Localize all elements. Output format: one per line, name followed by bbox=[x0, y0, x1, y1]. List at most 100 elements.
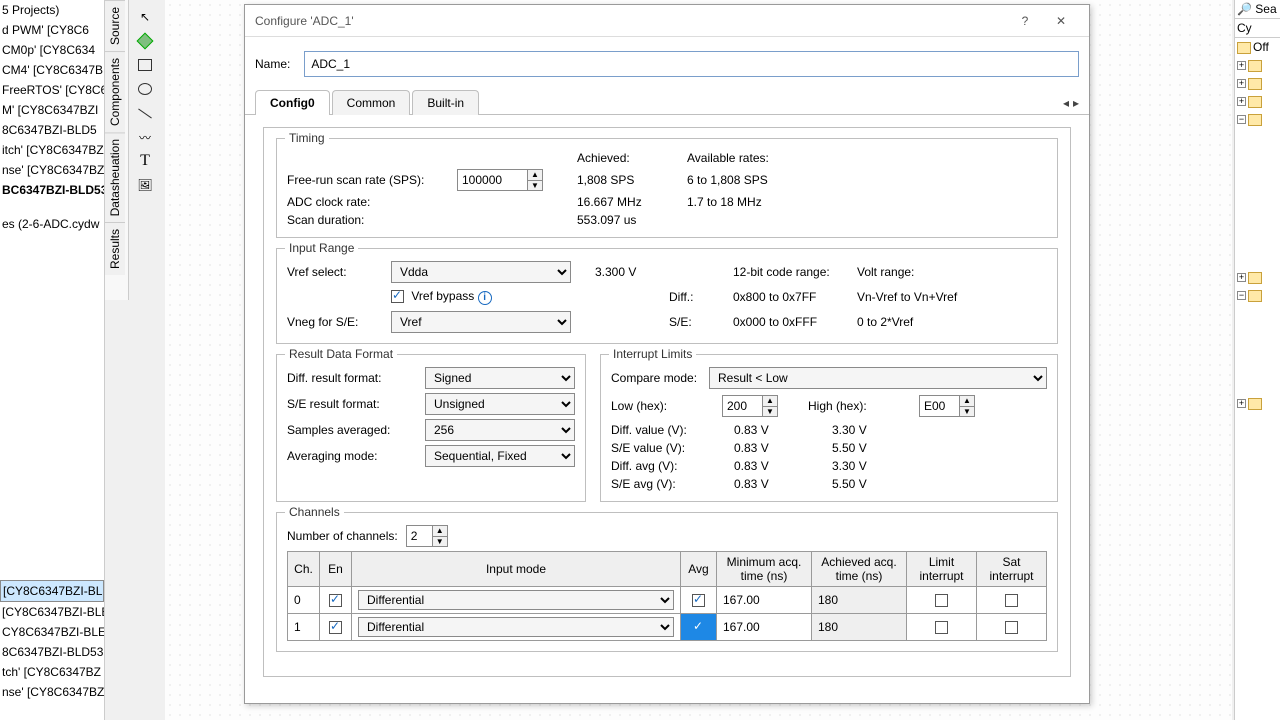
sat-checkbox[interactable] bbox=[1005, 594, 1018, 607]
se-fmt-select[interactable]: Unsigned bbox=[425, 393, 575, 415]
spin-up-icon[interactable]: ▲ bbox=[762, 395, 778, 406]
avg-checkbox[interactable] bbox=[692, 594, 705, 607]
volt-range-header: Volt range: bbox=[857, 265, 997, 279]
en-checkbox[interactable] bbox=[329, 594, 342, 607]
tree-item[interactable]: [CY8C6347BZI-BL bbox=[0, 580, 104, 602]
tree-item[interactable]: nse' [CY8C6347BZ bbox=[0, 160, 104, 180]
high-hex-input[interactable] bbox=[919, 395, 959, 417]
diff-fmt-select[interactable]: Signed bbox=[425, 367, 575, 389]
interrupt-limits-group: Interrupt Limits Compare mode: Result < … bbox=[600, 354, 1058, 502]
vref-voltage: 3.300 V bbox=[595, 265, 655, 279]
collapse-icon[interactable]: − bbox=[1237, 115, 1246, 124]
spin-down-icon[interactable]: ▼ bbox=[432, 536, 448, 547]
diamond-tool-icon[interactable] bbox=[134, 30, 156, 52]
limit-checkbox[interactable] bbox=[935, 621, 948, 634]
avg-checkbox[interactable] bbox=[692, 621, 705, 634]
low-hex-input[interactable] bbox=[722, 395, 762, 417]
diff-avg-high: 3.30 V bbox=[832, 459, 912, 473]
ellipse-tool-icon[interactable] bbox=[134, 78, 156, 100]
input-mode-select[interactable]: Differential bbox=[358, 590, 674, 610]
spin-up-icon[interactable]: ▲ bbox=[432, 525, 448, 536]
image-tool-icon[interactable]: 🖼 bbox=[134, 174, 156, 196]
side-tab-docs[interactable]: Datasheuation bbox=[105, 132, 125, 222]
tree-item[interactable]: d PWM' [CY8C6 bbox=[0, 20, 104, 40]
tree-item[interactable]: [CY8C6347BZI-BLE bbox=[0, 602, 104, 622]
result-format-group: Result Data Format Diff. result format: … bbox=[276, 354, 586, 502]
diff-fmt-label: Diff. result format: bbox=[287, 371, 417, 385]
free-run-spinner[interactable]: ▲▼ bbox=[457, 169, 557, 191]
pointer-tool-icon[interactable]: ↖ bbox=[134, 6, 156, 28]
compare-mode-select[interactable]: Result < Low bbox=[709, 367, 1047, 389]
configure-dialog: Configure 'ADC_1' ? ✕ Name: Config0 Comm… bbox=[244, 4, 1090, 704]
curve-tool-icon[interactable]: 〰 bbox=[134, 126, 156, 148]
side-tab-results[interactable]: Results bbox=[105, 222, 125, 275]
tree-item[interactable]: CY8C6347BZI-BLE bbox=[0, 622, 104, 642]
spin-down-icon[interactable]: ▼ bbox=[762, 406, 778, 417]
right-tab[interactable]: Off bbox=[1235, 37, 1280, 56]
spin-down-icon[interactable]: ▼ bbox=[959, 406, 975, 417]
cell-min-acq[interactable]: 167.00 bbox=[717, 613, 812, 640]
input-mode-select[interactable]: Differential bbox=[358, 617, 674, 637]
expand-icon[interactable]: + bbox=[1237, 61, 1246, 70]
side-tab-components[interactable]: Components bbox=[105, 51, 125, 132]
tree-item[interactable]: es (2-6-ADC.cydw bbox=[0, 214, 104, 234]
tab-common[interactable]: Common bbox=[332, 90, 411, 115]
tree-item[interactable]: 8C6347BZI-BLD5 bbox=[0, 120, 104, 140]
free-run-label: Free-run scan rate (SPS): bbox=[287, 173, 437, 187]
right-tab[interactable]: Cy bbox=[1235, 18, 1280, 37]
expand-icon[interactable]: + bbox=[1237, 79, 1246, 88]
name-input[interactable] bbox=[304, 51, 1079, 77]
project-tree: 5 Projects) d PWM' [CY8C6 CM0p' [CY8C634… bbox=[0, 0, 105, 720]
num-channels-spinner[interactable]: ▲▼ bbox=[406, 525, 448, 547]
cell-min-acq[interactable]: 167.00 bbox=[717, 586, 812, 613]
vref-bypass-checkbox[interactable] bbox=[391, 290, 404, 303]
vneg-select[interactable]: Vref bbox=[391, 311, 571, 333]
diff-label: Diff.: bbox=[669, 290, 719, 304]
sat-checkbox[interactable] bbox=[1005, 621, 1018, 634]
tab-nav-prev-icon[interactable]: ◂ bbox=[1063, 96, 1069, 110]
spin-up-icon[interactable]: ▲ bbox=[959, 395, 975, 406]
tabs-row: Config0 Common Built-in ◂ ▸ bbox=[245, 89, 1089, 115]
tab-config0[interactable]: Config0 bbox=[255, 90, 330, 115]
spin-down-icon[interactable]: ▼ bbox=[527, 180, 543, 191]
collapse-icon[interactable]: − bbox=[1237, 291, 1246, 300]
tree-item[interactable]: FreeRTOS' [CY8C6 bbox=[0, 80, 104, 100]
channels-group: Channels Number of channels: ▲▼ Ch. En I… bbox=[276, 512, 1058, 652]
tree-item[interactable]: CM4' [CY8C6347B bbox=[0, 60, 104, 80]
diff-avg-label: Diff. avg (V): bbox=[611, 459, 716, 473]
en-checkbox[interactable] bbox=[329, 621, 342, 634]
low-hex-spinner[interactable]: ▲▼ bbox=[722, 395, 792, 417]
info-icon[interactable]: i bbox=[478, 291, 492, 305]
tree-item[interactable]: 8C6347BZI-BLD53 bbox=[0, 642, 104, 662]
side-tab-source[interactable]: Source bbox=[105, 0, 125, 51]
limit-checkbox[interactable] bbox=[935, 594, 948, 607]
tree-item-active[interactable]: BC6347BZI-BLD53 bbox=[0, 180, 104, 200]
tree-item[interactable]: itch' [CY8C6347BZ bbox=[0, 140, 104, 160]
close-button[interactable]: ✕ bbox=[1043, 9, 1079, 33]
tree-item[interactable]: nse' [CY8C6347BZ] bbox=[0, 682, 104, 702]
text-tool-icon[interactable]: T bbox=[134, 150, 156, 172]
high-hex-spinner[interactable]: ▲▼ bbox=[919, 395, 989, 417]
se-fmt-label: S/E result format: bbox=[287, 397, 417, 411]
achieved-sps: 1,808 SPS bbox=[577, 173, 667, 187]
expand-icon[interactable]: + bbox=[1237, 273, 1246, 282]
help-button[interactable]: ? bbox=[1007, 9, 1043, 33]
line-tool-icon[interactable] bbox=[134, 102, 156, 124]
free-run-input[interactable] bbox=[457, 169, 527, 191]
expand-icon[interactable]: + bbox=[1237, 97, 1246, 106]
tree-item[interactable]: 5 Projects) bbox=[0, 0, 104, 20]
tree-item[interactable]: M' [CY8C6347BZI bbox=[0, 100, 104, 120]
num-channels-input[interactable] bbox=[406, 525, 432, 547]
expand-icon[interactable]: + bbox=[1237, 399, 1246, 408]
tree-item[interactable]: tch' [CY8C6347BZ bbox=[0, 662, 104, 682]
spin-up-icon[interactable]: ▲ bbox=[527, 169, 543, 180]
samples-select[interactable]: 256 bbox=[425, 419, 575, 441]
rect-tool-icon[interactable] bbox=[134, 54, 156, 76]
avg-mode-select[interactable]: Sequential, Fixed bbox=[425, 445, 575, 467]
avg-mode-label: Averaging mode: bbox=[287, 449, 417, 463]
tab-nav-next-icon[interactable]: ▸ bbox=[1073, 96, 1079, 110]
tree-item[interactable]: CM0p' [CY8C634 bbox=[0, 40, 104, 60]
vref-select[interactable]: Vdda bbox=[391, 261, 571, 283]
se-val-low: 0.83 V bbox=[734, 441, 814, 455]
tab-builtin[interactable]: Built-in bbox=[412, 90, 479, 115]
